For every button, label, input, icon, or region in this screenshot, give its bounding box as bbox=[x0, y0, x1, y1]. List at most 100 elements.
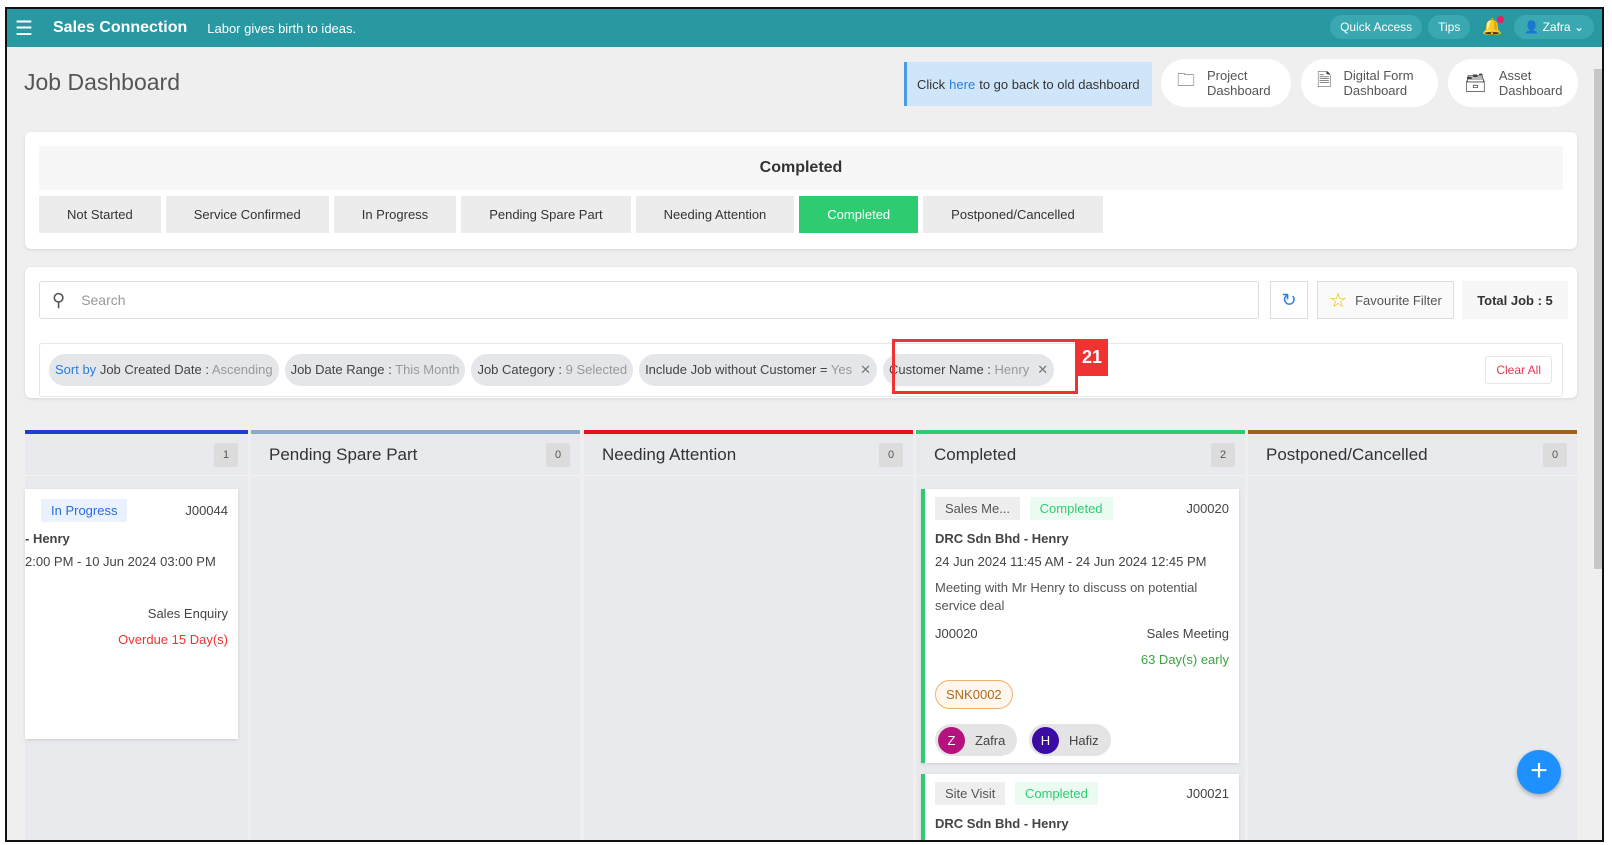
chip-key: Include Job without Customer = bbox=[645, 362, 828, 377]
total-job: Total Job : 5 bbox=[1462, 281, 1568, 319]
job-id: J00044 bbox=[185, 503, 228, 518]
project-dashboard-button[interactable]: 🗀 Project Dashboard bbox=[1161, 59, 1291, 107]
page-title: Job Dashboard bbox=[24, 69, 180, 95]
status-tab-needing-attention[interactable]: Needing Attention bbox=[635, 196, 795, 233]
favourite-label: Favourite Filter bbox=[1355, 292, 1442, 308]
star-icon: ☆ bbox=[1329, 289, 1348, 312]
close-icon[interactable]: ✕ bbox=[860, 362, 871, 377]
job-card[interactable]: Sales Me... Completed J00020 DRC Sdn Bhd … bbox=[921, 489, 1239, 763]
job-time: 2:00 PM - 10 Jun 2024 03:00 PM bbox=[25, 554, 216, 569]
sort-chip[interactable]: Sort by Job Created Date : Ascending bbox=[49, 354, 279, 386]
add-job-button[interactable]: + bbox=[1517, 750, 1561, 794]
annotation-label: 21 bbox=[1076, 339, 1108, 376]
folder-icon: 🗀 bbox=[1177, 70, 1195, 90]
status-tab-service-confirmed[interactable]: Service Confirmed bbox=[165, 196, 329, 233]
label: Digital Form bbox=[1343, 68, 1414, 83]
document-icon: 🗎 bbox=[1317, 70, 1332, 90]
refresh-button[interactable]: ↻ bbox=[1270, 281, 1308, 319]
filter-panel: ⚲ Search ↻ ☆ Favourite Filter Total Job : … bbox=[25, 267, 1577, 398]
status-tab-in-progress[interactable]: In Progress bbox=[333, 196, 457, 233]
column-title: Pending Spare Part bbox=[269, 444, 418, 464]
column-count: 1 bbox=[214, 442, 238, 467]
search-icon: ⚲ bbox=[52, 289, 66, 310]
job-id: J00020 bbox=[1186, 501, 1229, 516]
status-tab-postponed-cancelled[interactable]: Postponed/Cancelled bbox=[923, 196, 1103, 233]
label: Asset bbox=[1498, 68, 1532, 83]
label: Project bbox=[1207, 68, 1248, 83]
notice-suffix: to go back to old dashboard bbox=[979, 76, 1140, 92]
column-title: Completed bbox=[934, 444, 1017, 464]
search-input[interactable]: ⚲ Search bbox=[39, 281, 1259, 319]
brand[interactable]: Sales Connection bbox=[53, 19, 187, 37]
status-tab-not-started[interactable]: Not Started bbox=[39, 196, 161, 233]
status-heading: Completed bbox=[39, 146, 1563, 190]
user-name: Zafra bbox=[1542, 20, 1571, 34]
kanban-column-pending-spare-part: Pending Spare Part 0 bbox=[251, 430, 580, 840]
type-badge: Sales Me... bbox=[935, 497, 1021, 520]
label: Dashboard bbox=[1343, 83, 1408, 98]
app-window: ☰ Sales Connection Labor gives birth to … bbox=[5, 7, 1604, 842]
assignee-chip[interactable]: Z Zafra bbox=[935, 724, 1018, 756]
status-tab-pending-spare-part[interactable]: Pending Spare Part bbox=[461, 196, 631, 233]
chip-value: This Month bbox=[395, 362, 460, 377]
bell-icon[interactable]: 🔔 bbox=[1476, 16, 1508, 37]
customer: - Henry bbox=[25, 531, 70, 546]
status-tab-completed[interactable]: Completed bbox=[799, 196, 919, 233]
notification-dot bbox=[1497, 16, 1505, 23]
status-panel: Completed Not Started Service Confirmed … bbox=[25, 132, 1577, 249]
tips-button[interactable]: Tips bbox=[1428, 15, 1471, 39]
top-bar: ☰ Sales Connection Labor gives birth to … bbox=[7, 9, 1602, 47]
kanban-column-completed: Completed 2 Sales Me... Completed J00020 D… bbox=[916, 430, 1245, 840]
chip-key: Job Date Range : bbox=[290, 362, 392, 377]
status-badge: Completed bbox=[1029, 497, 1113, 520]
chip-key: Job Category : bbox=[477, 362, 562, 377]
include-no-customer-chip[interactable]: Include Job without Customer = Yes ✕ bbox=[639, 354, 878, 386]
scrollbar[interactable] bbox=[1594, 69, 1602, 569]
clear-all-button[interactable]: Clear All bbox=[1485, 356, 1552, 384]
customer: DRC Sdn Bhd - Henry bbox=[935, 531, 1069, 546]
date-range-chip[interactable]: Job Date Range : This Month bbox=[284, 354, 466, 386]
column-count: 0 bbox=[546, 442, 570, 467]
job-card[interactable]: Site Visit Completed J00021 DRC Sdn Bhd -… bbox=[921, 774, 1239, 840]
digital-form-dashboard-button[interactable]: 🗎 Digital Form Dashboard bbox=[1301, 59, 1438, 107]
status-badge: In Progress bbox=[41, 499, 128, 522]
plus-icon: + bbox=[1530, 754, 1548, 787]
quick-access-button[interactable]: Quick Access bbox=[1330, 15, 1423, 39]
tagline: Labor gives birth to ideas. bbox=[207, 20, 357, 36]
avatar: H bbox=[1031, 726, 1059, 754]
chip-value: Ascending bbox=[211, 362, 273, 377]
chip-value: 9 Selected bbox=[565, 362, 628, 377]
column-count: 0 bbox=[879, 442, 903, 467]
chevron-down-icon: ⌄ bbox=[1573, 20, 1584, 34]
old-dashboard-link[interactable]: here bbox=[949, 77, 975, 92]
column-title: Needing Attention bbox=[602, 444, 737, 464]
asset-dashboard-button[interactable]: 🗃 Asset Dashboard bbox=[1448, 59, 1578, 107]
kanban-column-needing-attention: Needing Attention 0 bbox=[584, 430, 913, 840]
notice-prefix: Click bbox=[917, 76, 946, 92]
job-id: J00021 bbox=[1186, 786, 1229, 801]
job-card[interactable]: In Progress J00044 - Henry 2:00 PM - 10 J… bbox=[25, 489, 238, 739]
job-description: Meeting with Mr Henry to discuss on pote… bbox=[935, 580, 1198, 613]
filter-chips: Sort by Job Created Date : Ascending Job… bbox=[39, 343, 1563, 397]
user-icon: 👤 bbox=[1524, 20, 1540, 34]
column-count: 2 bbox=[1211, 442, 1235, 467]
search-placeholder: Search bbox=[81, 292, 126, 308]
user-menu[interactable]: 👤 Zafra ⌄ bbox=[1514, 15, 1594, 39]
job-category: Sales Enquiry bbox=[147, 606, 228, 621]
job-category: Sales Meeting bbox=[1146, 626, 1229, 641]
refresh-icon: ↻ bbox=[1281, 289, 1297, 310]
job-category-chip[interactable]: Job Category : 9 Selected bbox=[471, 354, 634, 386]
label: Dashboard bbox=[1498, 83, 1563, 98]
due-status: Overdue 15 Day(s) bbox=[118, 632, 228, 647]
due-status: 63 Day(s) early bbox=[1140, 652, 1229, 667]
hamburger-menu-icon[interactable]: ☰ bbox=[15, 16, 33, 41]
customer: DRC Sdn Bhd - Henry bbox=[935, 816, 1069, 831]
assignee-name: Hafiz bbox=[1068, 732, 1099, 748]
chip-key: Job Created Date : bbox=[99, 362, 209, 377]
status-badge: Completed bbox=[1014, 782, 1098, 805]
archive-icon: 🗃 bbox=[1464, 72, 1487, 93]
assignee-chip[interactable]: H Hafiz bbox=[1028, 724, 1111, 756]
favourite-filter-button[interactable]: ☆ Favourite Filter bbox=[1317, 281, 1454, 319]
annotation-highlight bbox=[892, 339, 1078, 394]
old-dashboard-notice: Click here to go back to old dashboard bbox=[904, 62, 1152, 106]
